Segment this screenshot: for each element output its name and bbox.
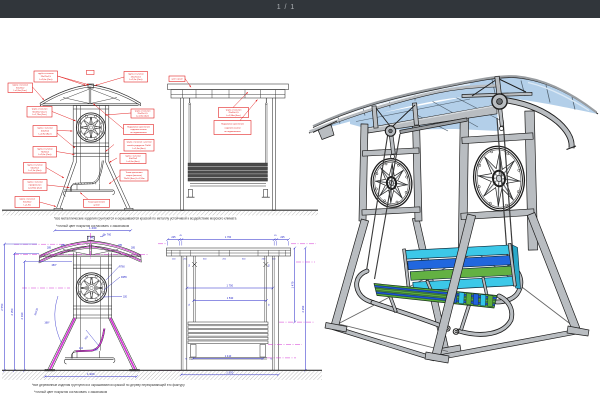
- svg-text:на подшипниках: на подшипниках: [224, 131, 241, 133]
- svg-text:L=1,75м (2шт): L=1,75м (2шт): [32, 114, 47, 116]
- svg-text:850: 850: [84, 335, 89, 341]
- svg-text:L=1,1м (4шт): L=1,1м (4шт): [28, 170, 41, 172]
- svg-text:1 470: 1 470: [290, 281, 294, 288]
- svg-text:104: 104: [79, 347, 84, 350]
- svg-text:L=0,9м (8шт): L=0,9м (8шт): [38, 134, 51, 136]
- svg-text:L=0,5м (4шт): L=0,5м (4шт): [126, 161, 139, 163]
- svg-text:труба стальная: труба стальная: [27, 182, 43, 184]
- svg-text:L=1,0м (4шт): L=1,0м (4шт): [136, 116, 149, 118]
- svg-text:сидения качели: сидения качели: [225, 127, 242, 129]
- svg-text:труба стальная: труба стальная: [12, 85, 28, 87]
- svg-text:L=3,0м (2шт): L=3,0м (2шт): [14, 90, 27, 92]
- svg-text:225: 225: [280, 236, 285, 239]
- svg-text:2 042: 2 042: [88, 235, 95, 239]
- svg-text:45: 45: [179, 235, 182, 237]
- svg-text:320: 320: [123, 296, 128, 299]
- svg-text:225: 225: [171, 236, 176, 239]
- svg-text:25х25х1,5: 25х25х1,5: [131, 76, 142, 78]
- svg-text:Подвижное крепление: Подвижное крепление: [221, 123, 245, 125]
- svg-text:труба стальная: труба стальная: [125, 155, 141, 157]
- svg-text:540: 540: [203, 258, 207, 260]
- svg-text:труба стальная: труба стальная: [38, 73, 54, 75]
- svg-text:50х25х2: 50х25х2: [23, 202, 32, 204]
- svg-text:L=2,2м (2шт): L=2,2м (2шт): [129, 79, 142, 81]
- svg-text:труба стальная с учетом: труба стальная с учетом: [126, 142, 152, 144]
- svg-text:2 350: 2 350: [10, 308, 14, 315]
- svg-text:168°: 168°: [44, 322, 49, 325]
- svg-text:цепей: цепей: [93, 204, 100, 207]
- svg-text:50х25х2 (2шт): 50х25х2 (2шт): [32, 111, 47, 113]
- svg-text:R255: R255: [121, 276, 127, 279]
- svg-text:75х50 (6шт) L=1,55м: 75х50 (6шт) L=1,55м: [124, 178, 145, 180]
- svg-text:50: 50: [269, 264, 271, 267]
- svg-text:R5430: R5430: [34, 307, 39, 315]
- svg-text:труба стальная: труба стальная: [27, 164, 43, 166]
- svg-text:труба стальная: труба стальная: [37, 148, 53, 150]
- svg-text:150°: 150°: [51, 263, 56, 267]
- svg-text:2 550: 2 550: [0, 303, 4, 310]
- svg-text:опоры (металл): опоры (металл): [126, 175, 142, 177]
- svg-text:50: 50: [189, 264, 191, 267]
- svg-text:*все деревянные изделия грунту: *все деревянные изделия грунтуются и окр…: [32, 383, 185, 387]
- svg-text:Точки крепления: Точки крепления: [126, 172, 144, 174]
- svg-text:540: 540: [242, 258, 246, 260]
- svg-text:285: 285: [118, 244, 123, 247]
- svg-text:200: 200: [183, 258, 187, 260]
- svg-text:285: 285: [61, 244, 66, 247]
- svg-text:L=1,9м: L=1,9м: [24, 205, 32, 207]
- svg-text:70: 70: [189, 303, 191, 306]
- svg-text:Точки крепления: Точки крепления: [88, 201, 106, 203]
- svg-text:285: 285: [47, 247, 52, 250]
- svg-text:изгиба радиусом 70х50: изгиба радиусом 70х50: [127, 145, 151, 147]
- svg-text:25х50х1,5: 25х50х1,5: [228, 112, 239, 114]
- svg-text:L=2,0м (2шт): L=2,0м (2шт): [38, 154, 51, 156]
- svg-text:профильная: профильная: [29, 184, 42, 187]
- svg-text:1 430: 1 430: [89, 226, 97, 230]
- svg-text:труба стальная: труба стальная: [32, 108, 48, 110]
- svg-text:L=1,96м (5шт): L=1,96м (5шт): [226, 115, 241, 117]
- svg-text:200: 200: [222, 258, 226, 260]
- svg-text:R760: R760: [119, 266, 125, 269]
- svg-text:50х25х2: 50х25х2: [129, 158, 138, 160]
- svg-text:L=2,0м (2шт): L=2,0м (2шт): [39, 79, 52, 81]
- svg-text:70: 70: [185, 359, 188, 361]
- svg-text:*точный цвет покрытия согласов: *точный цвет покрытия согласовать с зака…: [34, 390, 107, 394]
- svg-text:1 410: 1 410: [225, 354, 232, 358]
- svg-text:L=1,4м (4шт): L=1,4м (4шт): [132, 148, 145, 150]
- svg-text:сидения качели: сидения качели: [131, 129, 148, 131]
- svg-text:2 190: 2 190: [20, 312, 24, 319]
- svg-text:труба стальная: труба стальная: [128, 73, 144, 75]
- svg-text:труба стальная: труба стальная: [37, 128, 53, 130]
- svg-text:45: 45: [274, 235, 277, 237]
- svg-text:166°: 166°: [94, 349, 99, 352]
- svg-text:Дч 760: Дч 760: [103, 233, 112, 237]
- svg-text:25х25х1,5: 25х25х1,5: [41, 76, 52, 78]
- svg-text:труба стальная: труба стальная: [19, 199, 35, 201]
- svg-text:1 760: 1 760: [225, 236, 232, 239]
- svg-text:40х20х2: 40х20х2: [41, 131, 50, 133]
- svg-text:цвет серый: цвет серый: [172, 77, 184, 80]
- svg-text:285: 285: [131, 247, 136, 250]
- svg-text:Подвижное крепление: Подвижное крепление: [127, 126, 151, 128]
- svg-text:200: 200: [262, 258, 266, 260]
- svg-text:50х25х2: 50х25х2: [31, 167, 40, 169]
- svg-text:2 350: 2 350: [301, 305, 305, 312]
- svg-text:70: 70: [269, 303, 271, 306]
- svg-text:L=0,55м (2шт): L=0,55м (2шт): [28, 188, 43, 190]
- svg-text:70х50х2: 70х50х2: [41, 151, 50, 153]
- svg-text:1 530: 1 530: [227, 296, 234, 300]
- svg-text:*все металлические изделия гру: *все металлические изделия грунтуются и …: [54, 217, 237, 221]
- svg-text:1 750: 1 750: [227, 284, 234, 288]
- svg-text:140: 140: [172, 258, 176, 260]
- svg-text:на подшипниках: на подшипниках: [130, 132, 147, 134]
- svg-text:труба стальная: труба стальная: [226, 109, 242, 111]
